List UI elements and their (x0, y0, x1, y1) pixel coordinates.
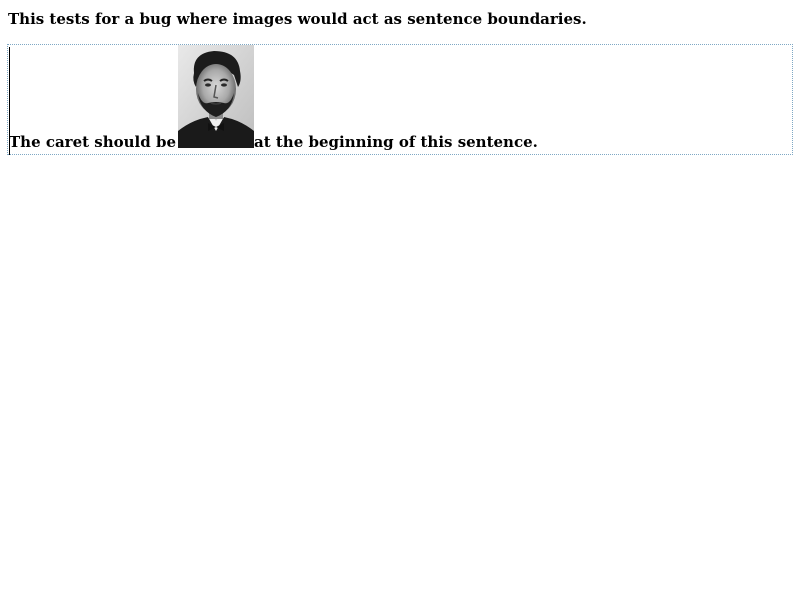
sentence-after-image: at the beginning of this sentence. (254, 133, 538, 151)
intro-text: This tests for a bug where images would … (8, 10, 587, 28)
portrait-image (178, 45, 254, 148)
editable-region[interactable]: The caret should be at the beginning of … (7, 44, 793, 155)
editable-line: The caret should be at the beginning of … (9, 45, 538, 152)
sentence-before-image: The caret should be (9, 133, 176, 151)
